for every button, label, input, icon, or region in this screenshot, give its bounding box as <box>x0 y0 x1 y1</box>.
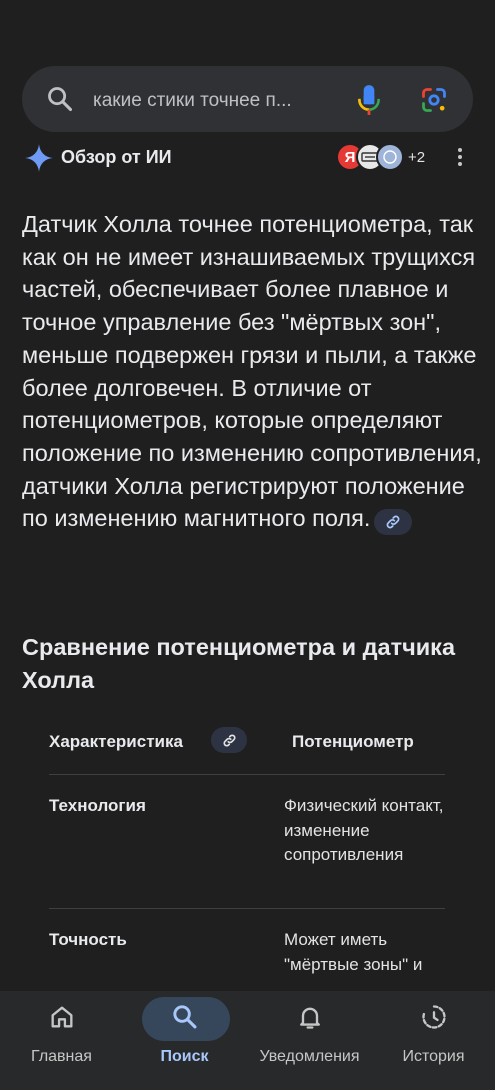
ai-overview-header: Обзор от ИИ Я +2 <box>22 140 482 176</box>
search-icon <box>172 1005 196 1029</box>
table-row-label: Технология <box>49 796 146 815</box>
app-root: какие стики точнее п... Обзор от ИИ Я +2… <box>0 0 495 1090</box>
link-icon <box>223 734 235 746</box>
table-divider <box>49 774 445 775</box>
link-icon <box>386 515 400 529</box>
nav-item-search[interactable]: Поиск <box>123 991 246 1090</box>
more-sources-count[interactable]: +2 <box>408 149 425 166</box>
table-header-potentiometer: Потенциометр <box>292 732 414 751</box>
ai-summary: Датчик Холла точнее потенциометра, так к… <box>22 208 482 536</box>
table-row-value: Физический контакт, изменение сопротивле… <box>284 796 444 864</box>
table-header-row: Характеристика Потенциометр <box>49 722 445 774</box>
comparison-heading: Сравнение потенциометра и датчика Холла <box>22 634 456 693</box>
table-header-characteristic: Характеристика <box>49 732 183 751</box>
nav-label: История <box>402 1048 465 1065</box>
nav-item-home[interactable]: Главная <box>0 991 123 1090</box>
sparkle-icon <box>25 144 53 172</box>
more-options-icon[interactable] <box>454 148 466 168</box>
nav-item-notifications[interactable]: Уведомления <box>246 991 373 1090</box>
nav-label: Главная <box>31 1048 92 1065</box>
table-row-label: Точность <box>49 930 127 949</box>
home-icon <box>51 1006 73 1028</box>
source-avatars[interactable]: Я +2 <box>336 143 428 171</box>
search-input[interactable]: какие стики точнее п... <box>93 90 333 112</box>
nav-label: Поиск <box>160 1048 209 1065</box>
table-divider <box>49 908 445 909</box>
header-link-chip[interactable] <box>211 727 247 753</box>
table-row-value: Может иметь "мёртвые зоны" и <box>284 930 423 974</box>
ai-overview-title: Обзор от ИИ <box>61 147 172 167</box>
microphone-icon[interactable] <box>356 84 382 116</box>
ai-summary-text: Датчик Холла точнее потенциометра, так к… <box>22 211 482 532</box>
bottom-navigation: Главная Поиск Уведомления История <box>0 991 495 1090</box>
history-icon <box>421 1005 446 1029</box>
bell-icon <box>299 1007 320 1029</box>
nav-label: Уведомления <box>259 1048 360 1065</box>
search-icon[interactable] <box>46 85 74 113</box>
globe-icon <box>383 150 397 164</box>
source-avatar[interactable] <box>376 143 404 171</box>
nav-item-history[interactable]: История <box>372 991 495 1090</box>
google-lens-icon[interactable] <box>420 86 448 114</box>
source-link-chip[interactable] <box>374 509 413 536</box>
